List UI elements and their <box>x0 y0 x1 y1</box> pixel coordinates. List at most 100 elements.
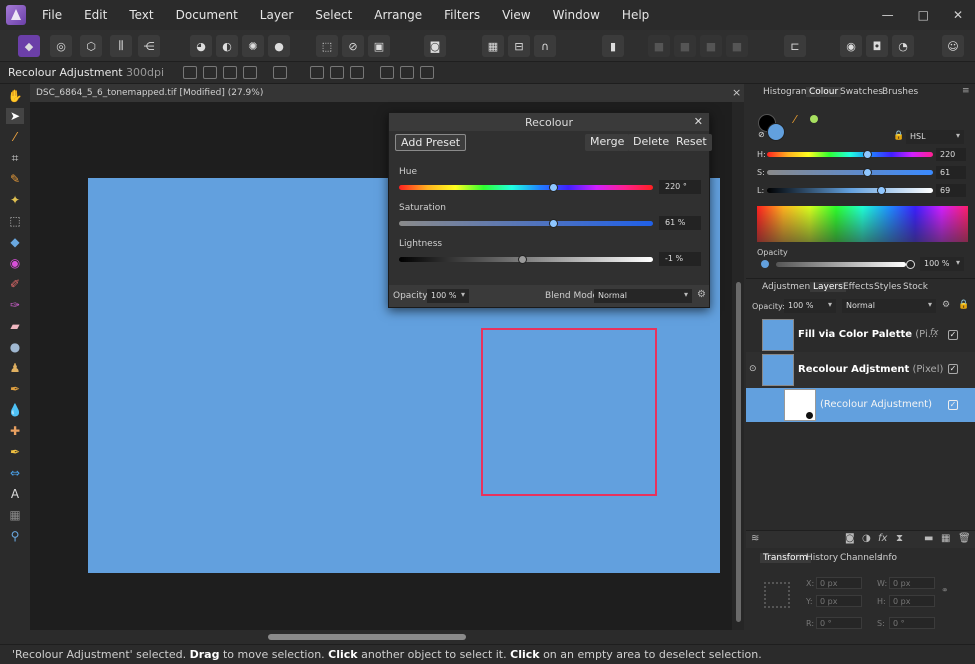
layers-stack-icon[interactable]: ≋ <box>751 533 759 544</box>
align-left-icon[interactable] <box>310 66 324 79</box>
tab-info[interactable]: Info <box>880 553 897 563</box>
maximize-button[interactable]: □ <box>918 8 929 22</box>
blend-settings-gear-icon[interactable]: ⚙ <box>697 289 706 300</box>
tab-effects[interactable]: Effects <box>843 282 874 292</box>
tab-stock[interactable]: Stock <box>903 282 928 292</box>
quick-mask-icon[interactable]: ◙ <box>424 35 446 57</box>
align-icon[interactable]: ⊏ <box>784 35 806 57</box>
selection-rectangle[interactable] <box>481 328 657 496</box>
tab-channels[interactable]: Channels <box>840 553 882 563</box>
menu-window[interactable]: Window <box>553 8 600 22</box>
tab-histogram[interactable]: Histogram <box>763 87 810 97</box>
align-center-icon[interactable] <box>330 66 344 79</box>
h-slider[interactable] <box>767 152 933 157</box>
deselect-icon[interactable]: ⊘ <box>342 35 364 57</box>
auto-colours-icon[interactable]: ✺ <box>242 35 264 57</box>
boolean-intersect-icon[interactable]: ■ <box>700 35 722 57</box>
mesh-warp-tool-icon[interactable]: ⇔ <box>6 465 24 481</box>
saturation-value[interactable]: 61 % <box>659 216 701 230</box>
view-tool-icon[interactable]: ✋ <box>6 88 24 104</box>
close-window-button[interactable]: ✕ <box>953 8 963 22</box>
lightness-slider-handle[interactable] <box>518 255 528 264</box>
gradient-tool-icon[interactable]: ◉ <box>6 255 24 271</box>
menu-edit[interactable]: Edit <box>84 8 107 22</box>
boolean-add-icon[interactable]: ■ <box>648 35 670 57</box>
color-picker-tool-icon[interactable]: ⁄ <box>6 129 24 145</box>
snap-icon[interactable] <box>203 66 217 79</box>
panel-menu-icon[interactable]: ≡ <box>962 86 970 96</box>
hue-value[interactable]: 220 ° <box>659 180 701 194</box>
color-replacement-tool-icon[interactable]: ✑ <box>6 297 24 313</box>
menu-file[interactable]: File <box>42 8 62 22</box>
assistant-icon[interactable]: ▮ <box>602 35 624 57</box>
document-tab[interactable]: DSC_6864_5_6_tonemapped.tif [Modified] (… <box>30 84 744 102</box>
align-top-icon[interactable] <box>380 66 394 79</box>
tab-transform[interactable]: Transform <box>760 553 811 563</box>
erase-tool-icon[interactable]: ▰ <box>6 318 24 334</box>
auto-white-balance-icon[interactable]: ● <box>268 35 290 57</box>
align-right-icon[interactable] <box>350 66 364 79</box>
layer-visibility-checkbox[interactable]: ✓ <box>948 400 958 410</box>
add-fx-icon[interactable]: fx <box>878 533 887 544</box>
opacity-dropdown[interactable]: 100 % <box>427 289 469 303</box>
tab-colour[interactable]: Colour <box>806 87 842 97</box>
layer-row-selected[interactable]: (Recolour Adjustment) ✓ <box>746 388 975 422</box>
merge-button[interactable]: Merge <box>585 134 630 151</box>
colour-opacity-handle[interactable] <box>906 260 915 269</box>
l-slider-handle[interactable] <box>876 186 886 195</box>
delete-button[interactable]: Delete <box>628 134 675 151</box>
y-field[interactable]: 0 px <box>816 595 862 607</box>
delete-layer-icon[interactable]: 🗑 <box>958 533 971 544</box>
fill-colour-well[interactable] <box>767 123 785 141</box>
flood-fill-tool-icon[interactable]: ◆ <box>6 234 24 250</box>
auto-levels-icon[interactable]: ◕ <box>190 35 212 57</box>
add-mask-icon[interactable]: ◙ <box>845 533 855 544</box>
rotation-field[interactable]: 0 ° <box>816 617 862 629</box>
tab-swatches[interactable]: Swatches <box>840 87 883 97</box>
marquee-tool-icon[interactable]: ⬚ <box>6 213 24 229</box>
zoom-tool-icon[interactable]: ⚲ <box>6 528 24 544</box>
hue-slider-handle[interactable] <box>548 183 558 192</box>
menu-help[interactable]: Help <box>622 8 649 22</box>
horizontal-scroll-thumb[interactable] <box>268 634 466 640</box>
swap-colours-icon[interactable]: ⊘ <box>758 130 765 139</box>
w-field[interactable]: 0 px <box>889 577 935 589</box>
add-group-icon[interactable]: ▬ <box>924 533 933 544</box>
slice-tool-icon[interactable]: ▦ <box>6 507 24 523</box>
tab-adjustment[interactable]: Adjustment <box>762 282 814 292</box>
menu-arrange[interactable]: Arrange <box>374 8 422 22</box>
align-bottom-icon[interactable] <box>420 66 434 79</box>
move-tool-icon[interactable]: ➤ <box>6 108 24 124</box>
colour-model-dropdown[interactable]: HSL <box>906 130 964 144</box>
reset-button[interactable]: Reset <box>671 134 712 151</box>
selection-marquee-icon[interactable]: ⬚ <box>316 35 338 57</box>
layer-mask-icon[interactable]: ◉ <box>840 35 862 57</box>
tab-layers[interactable]: Layers <box>810 282 846 292</box>
l-value[interactable]: 69 <box>936 184 966 197</box>
hue-slider[interactable] <box>399 185 653 190</box>
healing-tool-icon[interactable]: ✚ <box>6 423 24 439</box>
layer-row[interactable]: Fill via Color Palette (Pi... fx ✓ <box>746 318 975 352</box>
h-value[interactable]: 220 <box>936 148 966 161</box>
text-tool-icon[interactable]: A <box>6 486 24 502</box>
add-live-filter-icon[interactable]: ⧗ <box>896 533 903 544</box>
layer-visibility-checkbox[interactable]: ✓ <box>948 364 958 374</box>
paint-brush-tool-icon[interactable]: ✐ <box>6 276 24 292</box>
saturation-slider-handle[interactable] <box>548 219 558 228</box>
add-adjustment-icon[interactable]: ◑ <box>862 533 871 544</box>
export-persona-icon[interactable]: ⋲ <box>138 35 160 57</box>
link-dimensions-icon[interactable]: ⚭ <box>941 586 949 596</box>
transform-icon[interactable] <box>223 66 237 79</box>
close-document-button[interactable]: × <box>732 86 741 99</box>
tab-history[interactable]: History <box>806 553 838 563</box>
layer-opacity-dropdown[interactable]: 100 % <box>784 299 836 313</box>
tab-styles[interactable]: Styles <box>874 282 901 292</box>
selection-box-icon[interactable] <box>273 66 287 79</box>
saturation-slider[interactable] <box>399 221 653 226</box>
colour-spectrum[interactable] <box>757 206 968 242</box>
layer-blend-dropdown[interactable]: Normal <box>842 299 936 313</box>
s-slider[interactable] <box>767 170 933 175</box>
clone-tool-icon[interactable]: ♟ <box>6 360 24 376</box>
x-field[interactable]: 0 px <box>816 577 862 589</box>
layer-settings-gear-icon[interactable]: ⚙ <box>942 300 950 310</box>
